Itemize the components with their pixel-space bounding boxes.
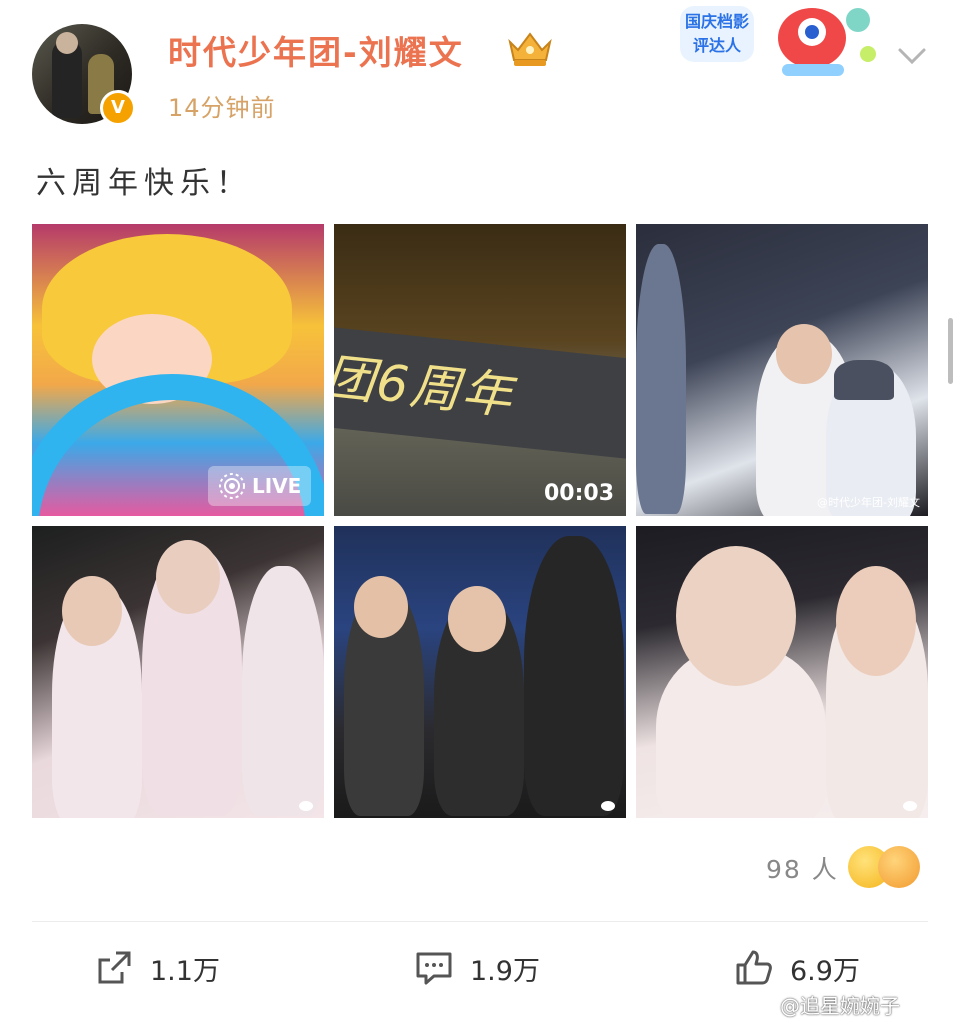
screenshot-watermark: @追星婉婉子 (780, 994, 900, 1018)
photo-person (524, 536, 624, 816)
photo-person-face (836, 566, 916, 676)
media-tile-photo[interactable] (334, 526, 626, 818)
author-name[interactable]: 时代少年团-刘耀文 (168, 26, 464, 74)
verified-badge: V (100, 90, 136, 126)
media-tile-photo[interactable] (32, 526, 324, 818)
photo-hat (834, 360, 894, 400)
reaction-count: 98 人 (766, 855, 839, 884)
comment-count: 1.9万 (470, 955, 540, 987)
media-tile-photo[interactable]: @时代少年团-刘耀文 (636, 224, 928, 516)
post-text: 六周年快乐！ (36, 166, 252, 201)
avatar-figure-head (56, 32, 78, 54)
video-duration: 00:03 (543, 481, 614, 506)
post-time: 14分钟前 (168, 94, 276, 122)
weibo-logo-icon (601, 801, 615, 811)
chevron-down-icon[interactable] (896, 42, 928, 70)
photo-person-face (62, 576, 122, 646)
like-count: 6.9万 (790, 955, 860, 987)
mascot-icon (778, 8, 876, 76)
photo-person (636, 244, 686, 514)
photo-person-face (776, 324, 832, 384)
live-badge: LIVE (208, 466, 312, 506)
photo-person (242, 566, 324, 816)
like-button[interactable]: 6.9万 (734, 948, 860, 988)
photo-person-face (354, 576, 408, 638)
repost-count: 1.1万 (150, 955, 220, 987)
media-grid: LIVE 团6周年 00:03 @时代少年团-刘耀文 (32, 224, 928, 818)
hug-emoji-icon (878, 846, 920, 888)
weibo-logo-icon (299, 801, 313, 811)
festival-badge[interactable]: 国庆档影评达人 (678, 0, 888, 80)
repost-icon (98, 951, 131, 984)
comment-icon (416, 952, 452, 985)
media-tile-video[interactable]: 团6周年 00:03 (334, 224, 626, 516)
media-tile-live[interactable]: LIVE (32, 224, 324, 516)
crown-badge-icon (508, 32, 552, 66)
like-icon (736, 950, 772, 985)
divider (32, 921, 928, 922)
stadium-banner: 团6周年 (334, 327, 626, 461)
photo-person-face (156, 540, 220, 614)
photo-person-face (448, 586, 506, 652)
comment-button[interactable]: 1.9万 (414, 948, 540, 988)
badge-label: 国庆档影评达人 (680, 6, 754, 62)
photo-person-face (676, 546, 796, 686)
weibo-logo-icon (903, 801, 917, 811)
post-header: V 时代少年团-刘耀文 14分钟前 国庆档影评达人 (0, 0, 960, 140)
photo-watermark: @时代少年团-刘耀文 (817, 496, 920, 509)
media-tile-photo[interactable] (636, 526, 928, 818)
live-label: LIVE (252, 474, 302, 498)
live-icon (219, 473, 245, 499)
scrollbar[interactable] (948, 318, 953, 384)
repost-button[interactable]: 1.1万 (94, 948, 220, 988)
